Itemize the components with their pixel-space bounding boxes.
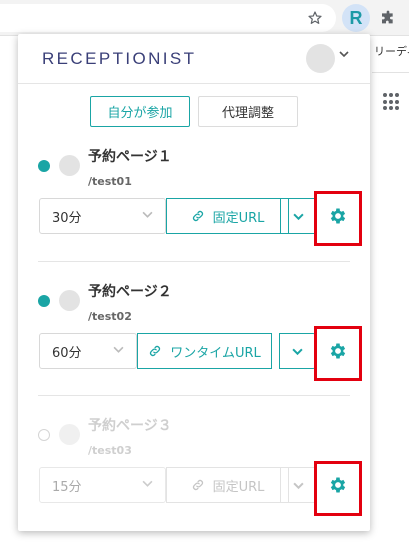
page-path[interactable]: /test03 — [88, 444, 132, 457]
page-path[interactable]: /test01 — [88, 175, 132, 188]
receptionist-logo: RECEPTIONIST — [42, 49, 197, 68]
chevron-down-icon — [292, 348, 303, 355]
link-icon — [192, 210, 203, 222]
url-options-dropdown[interactable] — [280, 198, 317, 234]
status-toggle[interactable] — [38, 160, 50, 172]
user-avatar[interactable] — [306, 44, 335, 73]
page-avatar — [59, 155, 80, 176]
copy-url-button[interactable]: ワンタイムURL — [137, 333, 272, 369]
puzzle-icon[interactable] — [376, 6, 400, 30]
page-title[interactable]: 予約ページ３ — [88, 415, 172, 435]
page-title[interactable]: 予約ページ２ — [88, 281, 172, 301]
settings-highlight-box — [314, 191, 362, 246]
link-icon — [150, 345, 161, 357]
status-toggle[interactable] — [38, 295, 50, 307]
address-bar[interactable] — [0, 4, 336, 32]
copy-url-button[interactable]: 固定URL — [166, 467, 289, 503]
url-options-dropdown[interactable] — [279, 333, 316, 369]
chevron-down-icon[interactable] — [339, 48, 349, 62]
duration-select[interactable]: 15分 — [39, 467, 166, 503]
duration-value: 15分 — [52, 479, 82, 495]
link-icon — [192, 479, 203, 491]
url-type-label: ワンタイムURL — [170, 345, 261, 361]
settings-highlight-box — [314, 461, 362, 516]
section-divider — [38, 261, 350, 262]
chevron-down-icon — [142, 209, 153, 223]
star-icon[interactable] — [303, 6, 327, 30]
status-toggle[interactable] — [38, 429, 50, 441]
settings-highlight-box — [314, 326, 362, 381]
page-path[interactable]: /test02 — [88, 310, 132, 323]
url-type-label: 固定URL — [212, 210, 265, 226]
url-type-label: 固定URL — [212, 479, 265, 495]
copy-url-button[interactable]: 固定URL — [166, 198, 289, 234]
reading-list-label[interactable]: リーディ — [372, 37, 409, 73]
popup-header: RECEPTIONIST — [18, 34, 370, 84]
duration-value: 60分 — [52, 345, 82, 361]
receptionist-extension-button[interactable]: R — [342, 4, 370, 32]
page-avatar — [59, 424, 80, 445]
duration-value: 30分 — [52, 210, 82, 226]
apps-grid-icon[interactable] — [383, 93, 401, 111]
extension-letter: R — [349, 7, 363, 28]
browser-toolbar: R — [0, 0, 409, 36]
extension-popup: RECEPTIONIST 自分が参加 代理調整 予約ページ１ /test01 3… — [18, 34, 370, 531]
chevron-down-icon — [113, 344, 124, 358]
page-avatar — [59, 290, 80, 311]
url-options-dropdown[interactable] — [280, 467, 317, 503]
page-title[interactable]: 予約ページ１ — [88, 146, 172, 166]
duration-select[interactable]: 30分 — [39, 198, 166, 234]
tab-self-participating[interactable]: 自分が参加 — [90, 96, 190, 127]
section-divider — [38, 395, 350, 396]
duration-select[interactable]: 60分 — [39, 333, 137, 369]
tab-proxy-scheduling[interactable]: 代理調整 — [198, 96, 298, 127]
chevron-down-icon — [293, 213, 304, 220]
chevron-down-icon — [142, 478, 153, 492]
chevron-down-icon — [293, 482, 304, 489]
